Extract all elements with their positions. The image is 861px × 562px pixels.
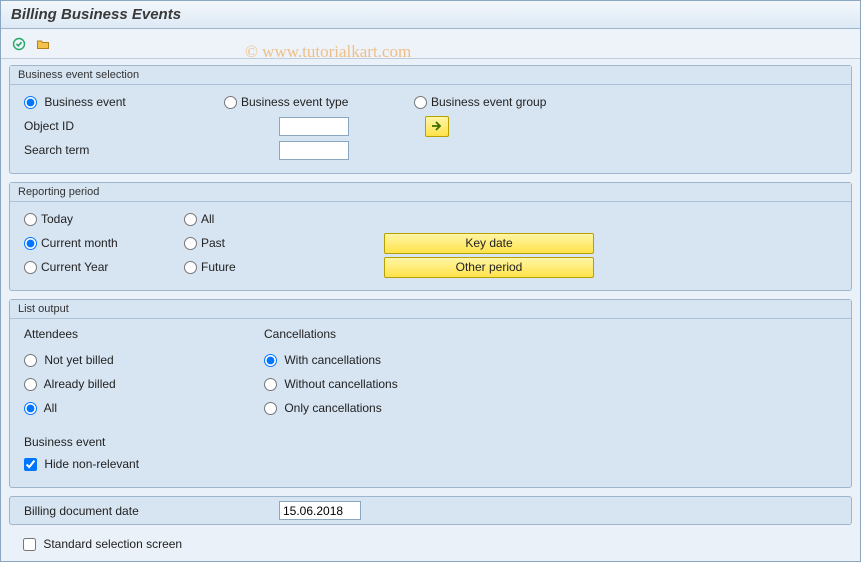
radio-only-cancellations[interactable]: Only cancellations xyxy=(264,401,382,415)
radio-not-yet-billed-input[interactable] xyxy=(24,354,37,367)
checkbox-label: Hide non-relevant xyxy=(44,457,139,471)
billing-date-input[interactable] xyxy=(279,501,361,520)
radio-with-cancellations-input[interactable] xyxy=(264,354,277,367)
radio-label: Current Year xyxy=(41,260,108,274)
radio-without-cancellations-input[interactable] xyxy=(264,378,277,391)
radio-business-event-group-input[interactable] xyxy=(414,96,427,109)
execute-button[interactable] xyxy=(9,34,29,54)
billing-date-label: Billing document date xyxy=(24,504,279,518)
radio-all[interactable]: All xyxy=(184,212,344,226)
object-id-input[interactable] xyxy=(279,117,349,136)
radio-current-month[interactable]: Current month xyxy=(24,236,184,250)
radio-business-event-group[interactable]: Business event group xyxy=(414,95,574,109)
group-legend: Business event selection xyxy=(10,66,851,85)
group-legend: Reporting period xyxy=(10,183,851,202)
variant-button[interactable] xyxy=(33,34,53,54)
checkbox-hide-nonrelevant[interactable]: Hide non-relevant xyxy=(24,457,139,471)
radio-business-event[interactable]: Business event xyxy=(24,95,224,109)
radio-attendees-all-input[interactable] xyxy=(24,402,37,415)
clock-check-icon xyxy=(12,37,26,51)
checkbox-hide-nonrelevant-input[interactable] xyxy=(24,458,37,471)
radio-business-event-input[interactable] xyxy=(24,96,37,109)
checkbox-std-selection-input[interactable] xyxy=(23,538,36,551)
radio-today-input[interactable] xyxy=(24,213,37,226)
group-reporting-period: Reporting period Today All Current m xyxy=(9,182,852,291)
checkbox-label: Standard selection screen xyxy=(43,537,182,551)
object-id-label: Object ID xyxy=(24,119,279,133)
std-selection-row: Standard selection screen xyxy=(9,533,852,555)
radio-current-year[interactable]: Current Year xyxy=(24,260,184,274)
arrow-right-icon xyxy=(431,121,443,131)
radio-current-month-input[interactable] xyxy=(24,237,37,250)
radio-current-year-input[interactable] xyxy=(24,261,37,274)
key-date-button[interactable]: Key date xyxy=(384,233,594,254)
group-list-output: List output Attendees Cancellations Not … xyxy=(9,299,852,488)
radio-already-billed-input[interactable] xyxy=(24,378,37,391)
radio-all-input[interactable] xyxy=(184,213,197,226)
radio-past-input[interactable] xyxy=(184,237,197,250)
cancellations-header: Cancellations xyxy=(264,327,336,341)
radio-only-cancellations-input[interactable] xyxy=(264,402,277,415)
radio-label: Business event group xyxy=(431,95,546,109)
radio-label: Without cancellations xyxy=(284,377,397,391)
radio-label: Current month xyxy=(41,236,118,250)
radio-label: All xyxy=(201,212,214,226)
radio-future-input[interactable] xyxy=(184,261,197,274)
radio-business-event-type-input[interactable] xyxy=(224,96,237,109)
radio-attendees-all[interactable]: All xyxy=(24,401,264,415)
business-event-subheader: Business event xyxy=(24,435,837,449)
billing-date-row: Billing document date xyxy=(9,496,852,525)
radio-label: Already billed xyxy=(44,377,116,391)
radio-label: With cancellations xyxy=(284,353,381,367)
search-term-label: Search term xyxy=(24,143,279,157)
app-window: Billing Business Events © www.tutorialka… xyxy=(0,0,861,562)
radio-with-cancellations[interactable]: With cancellations xyxy=(264,353,381,367)
content-area: Business event selection Business event … xyxy=(1,59,860,561)
radio-without-cancellations[interactable]: Without cancellations xyxy=(264,377,398,391)
radio-label: Past xyxy=(201,236,225,250)
title-bar: Billing Business Events xyxy=(1,1,860,29)
group-legend: List output xyxy=(10,300,851,319)
radio-label: Today xyxy=(41,212,73,226)
folder-icon xyxy=(36,37,50,51)
radio-past[interactable]: Past xyxy=(184,236,344,250)
radio-label: All xyxy=(44,401,57,415)
toolbar xyxy=(1,29,860,59)
other-period-button[interactable]: Other period xyxy=(384,257,594,278)
radio-label: Not yet billed xyxy=(44,353,113,367)
radio-not-yet-billed[interactable]: Not yet billed xyxy=(24,353,264,367)
page-title: Billing Business Events xyxy=(11,6,181,23)
radio-business-event-type[interactable]: Business event type xyxy=(224,95,414,109)
radio-label: Only cancellations xyxy=(284,401,381,415)
radio-today[interactable]: Today xyxy=(24,212,184,226)
group-business-event-selection: Business event selection Business event … xyxy=(9,65,852,174)
radio-future[interactable]: Future xyxy=(184,260,344,274)
radio-label: Future xyxy=(201,260,236,274)
radio-label: Business event type xyxy=(241,95,348,109)
checkbox-std-selection[interactable]: Standard selection screen xyxy=(23,537,182,551)
multi-select-button[interactable] xyxy=(425,116,449,137)
radio-label: Business event xyxy=(44,95,125,109)
radio-already-billed[interactable]: Already billed xyxy=(24,377,264,391)
attendees-header: Attendees xyxy=(24,327,264,341)
search-term-input[interactable] xyxy=(279,141,349,160)
